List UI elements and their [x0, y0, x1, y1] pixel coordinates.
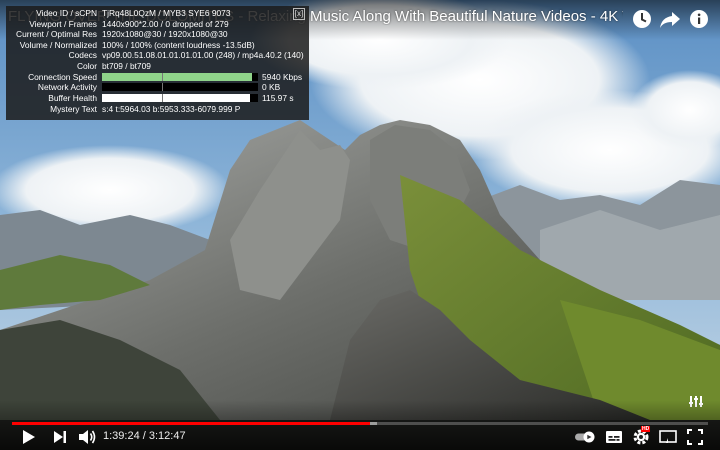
stats-value: 5940 Kbps	[262, 71, 303, 82]
stats-value: bt709 / bt709	[102, 60, 151, 71]
network-activity-bar	[102, 83, 258, 91]
fullscreen-icon	[687, 429, 703, 445]
settings-button[interactable]: HD	[630, 426, 652, 446]
hd-badge: HD	[641, 426, 651, 432]
time-display: 1:39:24 / 3:12:47	[103, 430, 186, 442]
play-icon	[23, 430, 35, 444]
autoplay-toggle[interactable]	[574, 428, 598, 446]
stats-label: Mystery Text	[50, 103, 97, 114]
connection-speed-bar	[102, 72, 258, 81]
next-button[interactable]	[50, 428, 70, 446]
stats-close-button[interactable]: [x]	[293, 8, 305, 20]
stats-value: 115.97 s	[262, 92, 294, 103]
stats-label: Volume / Normalized	[19, 39, 97, 50]
bar-tick	[162, 72, 163, 81]
bar-fill	[102, 72, 252, 81]
stats-label: Current / Optimal Res	[16, 29, 97, 40]
current-time: 1:39:24	[103, 430, 140, 442]
stats-label: Codecs	[68, 50, 97, 61]
stats-value: s:4 t:5964.03 b:5953.333-6079.999 P	[102, 103, 241, 114]
stats-value: TjRq48L0QzM / MYB3 SYE6 9073	[102, 8, 231, 19]
miniplayer-icon	[659, 430, 677, 443]
progress-bar[interactable]	[12, 422, 708, 425]
stats-label: Connection Speed	[28, 71, 97, 82]
stats-label: Video ID / sCPN	[36, 8, 97, 19]
stats-value: 100% / 100% (content loudness -13.5dB)	[102, 39, 255, 50]
bar-tick	[162, 83, 163, 91]
video-player[interactable]: FLYING OVER THE DOLOMITES - Relaxing Mus…	[0, 0, 720, 450]
watch-later-icon[interactable]	[630, 8, 654, 30]
subtitles-icon	[606, 431, 622, 443]
time-separator: /	[139, 430, 149, 442]
stats-label: Buffer Health	[48, 92, 97, 103]
stats-value: vp09.00.51.08.01.01.01.01.00 (248) / mp4…	[102, 50, 304, 61]
stats-label: Viewport / Frames	[29, 18, 97, 29]
info-icon[interactable]	[687, 8, 711, 30]
play-button[interactable]	[18, 428, 40, 446]
buffer-health-bar	[102, 93, 258, 102]
share-icon[interactable]	[658, 8, 682, 30]
bar-fill	[102, 93, 251, 102]
fullscreen-button[interactable]	[684, 428, 706, 446]
stats-label: Network Activity	[37, 82, 97, 93]
stats-for-nerds-panel: [x] Video ID / sCPN TjRq48L0QzM / MYB3 S…	[6, 6, 309, 120]
stats-value: 0 KB	[262, 82, 281, 93]
next-icon	[54, 431, 66, 443]
volume-button[interactable]	[76, 428, 98, 446]
bar-tick	[162, 93, 163, 102]
subtitles-button[interactable]	[604, 428, 624, 446]
duration: 3:12:47	[148, 430, 186, 442]
stats-value: 1920x1080@30 / 1920x1080@30	[102, 29, 228, 40]
miniplayer-button[interactable]	[658, 428, 678, 446]
volume-icon	[79, 430, 96, 444]
stats-label: Color	[76, 60, 97, 71]
stats-value: 1440x900*2.00 / 0 dropped of 279	[102, 18, 229, 29]
progress-played	[12, 422, 371, 425]
